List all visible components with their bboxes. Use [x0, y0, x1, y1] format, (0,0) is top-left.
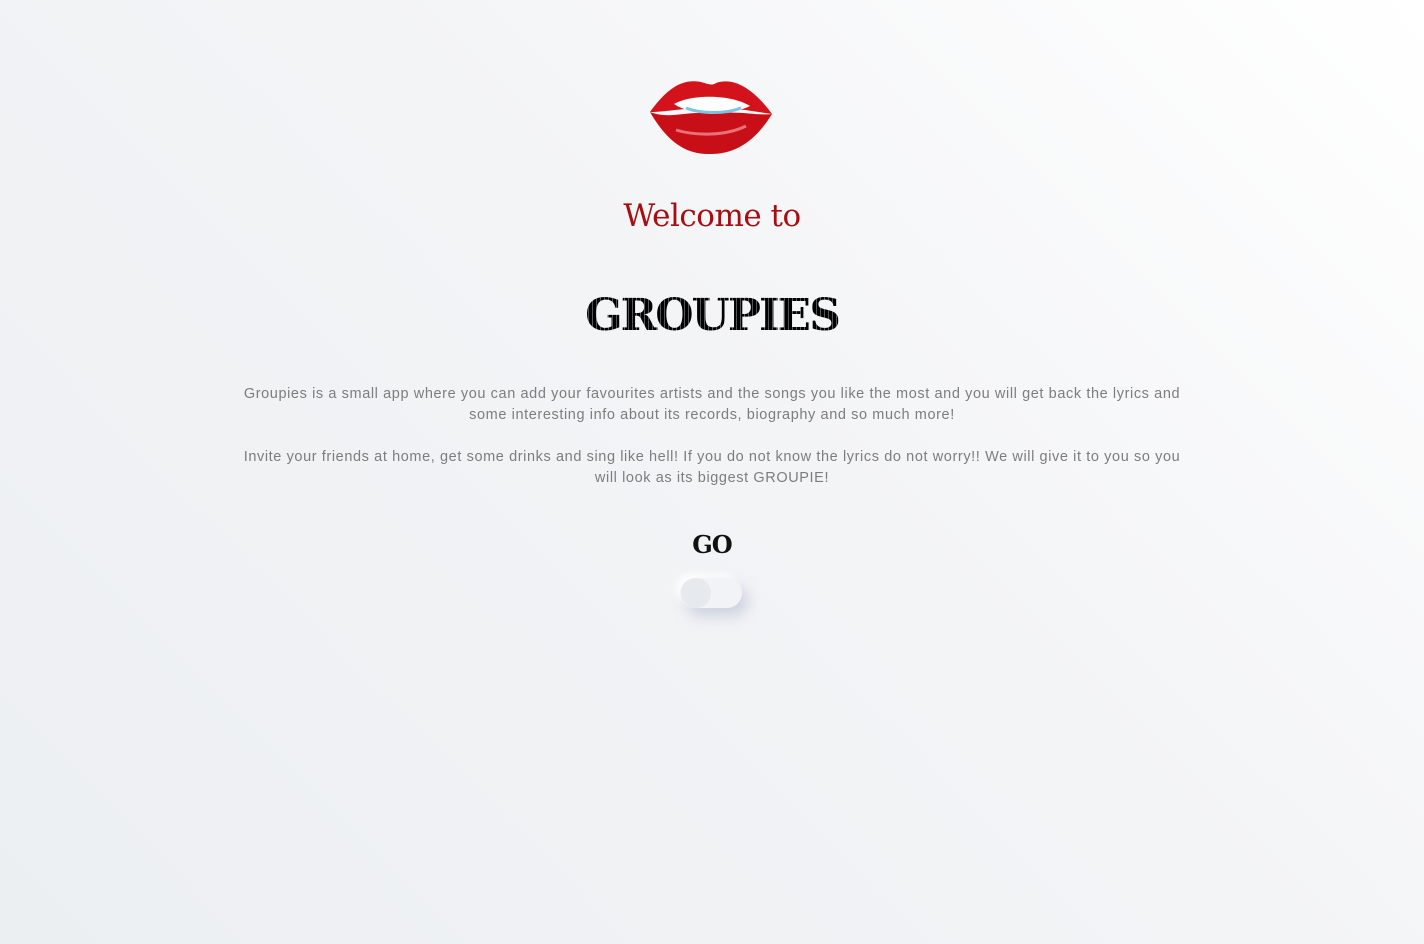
welcome-heading: Welcome to	[623, 198, 801, 234]
toggle-knob[interactable]	[681, 578, 711, 608]
go-label: GO	[692, 530, 732, 559]
lips-icon	[650, 81, 772, 155]
app-title-container: GROUPIES	[0, 288, 1424, 344]
description-paragraph: Invite your friends at home, get some dr…	[243, 449, 1181, 486]
go-toggle[interactable]	[680, 578, 742, 608]
app-title: GROUPIES	[585, 288, 841, 344]
description-paragraph: Groupies is a small app where you can ad…	[243, 386, 1181, 423]
